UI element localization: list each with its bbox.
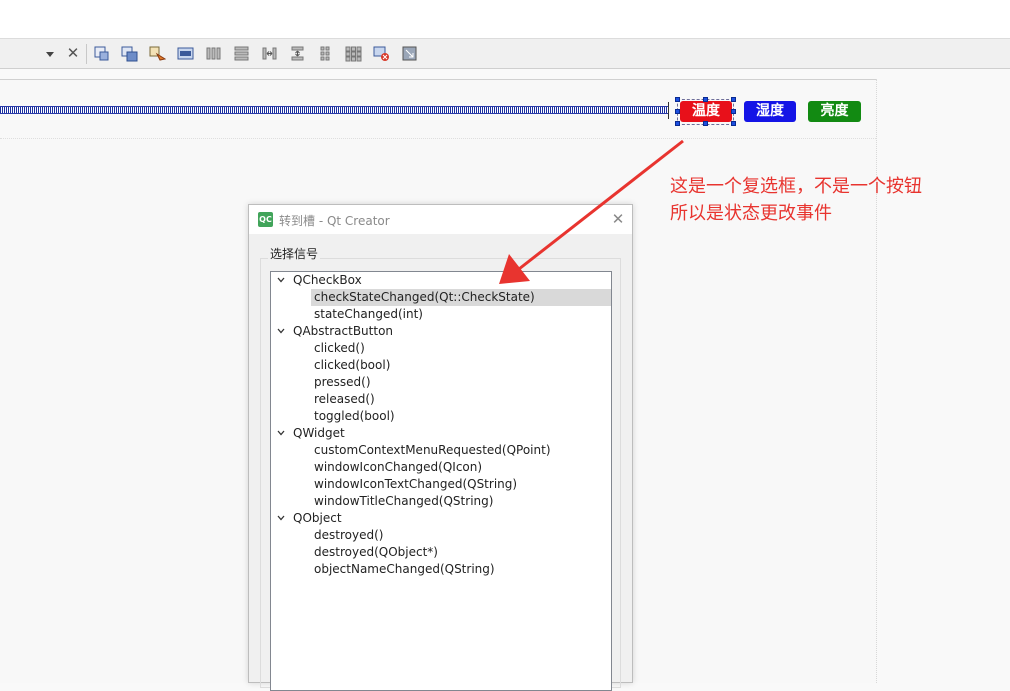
tree-group-label: QWidget (293, 426, 345, 440)
top-window-strip (0, 0, 1010, 38)
tree-group-qabstractbutton[interactable]: QAbstractButton (271, 323, 611, 340)
tree-group-label: QObject (293, 511, 342, 525)
annotation-text: 这是一个复选框，不是一个按钮 所以是状态更改事件 (670, 173, 970, 227)
close-icon[interactable]: ✕ (608, 209, 628, 229)
resize-handle-bottom-right[interactable] (731, 121, 736, 126)
layout-vertical-icon[interactable] (233, 45, 250, 62)
tree-group-qobject[interactable]: QObject (271, 510, 611, 527)
signal-label: toggled(bool) (314, 409, 395, 423)
designer-toolbar: ✕ (0, 38, 1010, 69)
tree-group-qwidget[interactable]: QWidget (271, 425, 611, 442)
break-layout-icon[interactable] (373, 45, 390, 62)
annotation-line-2: 所以是状态更改事件 (670, 203, 832, 224)
signal-label: objectNameChanged(QString) (314, 562, 495, 576)
dialog-titlebar: QC 转到槽 - Qt Creator ✕ (249, 205, 632, 234)
edit-signals-slots-icon[interactable] (121, 45, 138, 62)
tree-signal-item[interactable]: destroyed() (311, 527, 611, 544)
signal-label: destroyed(QObject*) (314, 545, 438, 559)
edit-tab-order-icon[interactable] (177, 45, 194, 62)
resize-handle-bottom[interactable] (703, 121, 708, 126)
brightness-checkbox[interactable]: 亮度 (808, 101, 861, 122)
tree-signal-item[interactable]: windowTitleChanged(QString) (311, 493, 611, 510)
tree-signal-item[interactable]: clicked(bool) (311, 357, 611, 374)
tree-signal-item[interactable]: clicked() (311, 340, 611, 357)
signal-label: windowIconChanged(QIcon) (314, 460, 483, 474)
resize-handle-top-left[interactable] (675, 97, 680, 102)
signal-label: checkStateChanged(Qt::CheckState) (314, 290, 535, 304)
layout-horizontal-splitter-icon[interactable] (261, 45, 278, 62)
tree-group-label: QAbstractButton (293, 324, 394, 338)
resize-handle-top-right[interactable] (731, 97, 736, 102)
tree-signal-item[interactable]: destroyed(QObject*) (311, 544, 611, 561)
toolbar-separator (86, 44, 87, 64)
go-to-slot-dialog: QC 转到槽 - Qt Creator ✕ 选择信号 QCheckBoxchec… (248, 204, 633, 691)
close-icon[interactable]: ✕ (64, 43, 82, 63)
tree-signal-item[interactable]: toggled(bool) (311, 408, 611, 425)
signal-label: pressed() (314, 375, 371, 389)
adjust-size-icon[interactable] (401, 45, 418, 62)
horizontal-slider[interactable] (0, 106, 668, 114)
resize-handle-top[interactable] (703, 97, 708, 102)
tree-signal-item[interactable]: pressed() (311, 374, 611, 391)
chevron-down-icon[interactable] (277, 276, 285, 284)
dialog-title: 转到槽 - Qt Creator (279, 214, 390, 228)
signal-label: clicked(bool) (314, 358, 391, 372)
layout-horizontal-icon[interactable] (205, 45, 222, 62)
tree-group-qcheckbox[interactable]: QCheckBox (271, 272, 611, 289)
resize-handle-left[interactable] (675, 109, 680, 114)
signal-label: destroyed() (314, 528, 384, 542)
signal-tree[interactable]: QCheckBoxcheckStateChanged(Qt::CheckStat… (270, 271, 612, 691)
layout-grid-icon[interactable] (345, 45, 362, 62)
form-canvas-border (0, 79, 876, 80)
tree-signal-item[interactable]: checkStateChanged(Qt::CheckState) (311, 289, 611, 306)
qt-creator-icon: QC (258, 212, 273, 227)
resize-handle-bottom-left[interactable] (675, 121, 680, 126)
tree-group-label: QCheckBox (293, 273, 362, 287)
signal-label: released() (314, 392, 375, 406)
chevron-down-icon[interactable] (277, 327, 285, 335)
slider-end-marker (668, 102, 669, 119)
signal-label: windowIconTextChanged(QString) (314, 477, 518, 491)
humidity-checkbox[interactable]: 湿度 (744, 101, 796, 122)
tree-signal-item[interactable]: windowIconChanged(QIcon) (311, 459, 611, 476)
edit-buddies-icon[interactable] (149, 45, 166, 62)
chevron-down-icon[interactable] (277, 514, 285, 522)
resize-handle-right[interactable] (731, 109, 736, 114)
tree-signal-item[interactable]: windowIconTextChanged(QString) (311, 476, 611, 493)
signal-label: stateChanged(int) (314, 307, 423, 321)
tree-signal-item[interactable]: customContextMenuRequested(QPoint) (311, 442, 611, 459)
dropdown-arrow-icon[interactable] (44, 48, 56, 60)
edit-widgets-icon[interactable] (93, 45, 110, 62)
signal-label: clicked() (314, 341, 365, 355)
layout-form-icon[interactable] (317, 45, 334, 62)
form-grid-line (0, 138, 876, 139)
chevron-down-icon[interactable] (277, 429, 285, 437)
layout-vertical-splitter-icon[interactable] (289, 45, 306, 62)
signal-label: windowTitleChanged(QString) (314, 494, 494, 508)
tree-signal-item[interactable]: stateChanged(int) (311, 306, 611, 323)
annotation-line-1: 这是一个复选框，不是一个按钮 (670, 176, 922, 197)
tree-signal-item[interactable]: released() (311, 391, 611, 408)
signal-label: customContextMenuRequested(QPoint) (314, 443, 551, 457)
tree-signal-item[interactable]: objectNameChanged(QString) (311, 561, 611, 578)
groupbox-title: 选择信号 (268, 245, 321, 262)
